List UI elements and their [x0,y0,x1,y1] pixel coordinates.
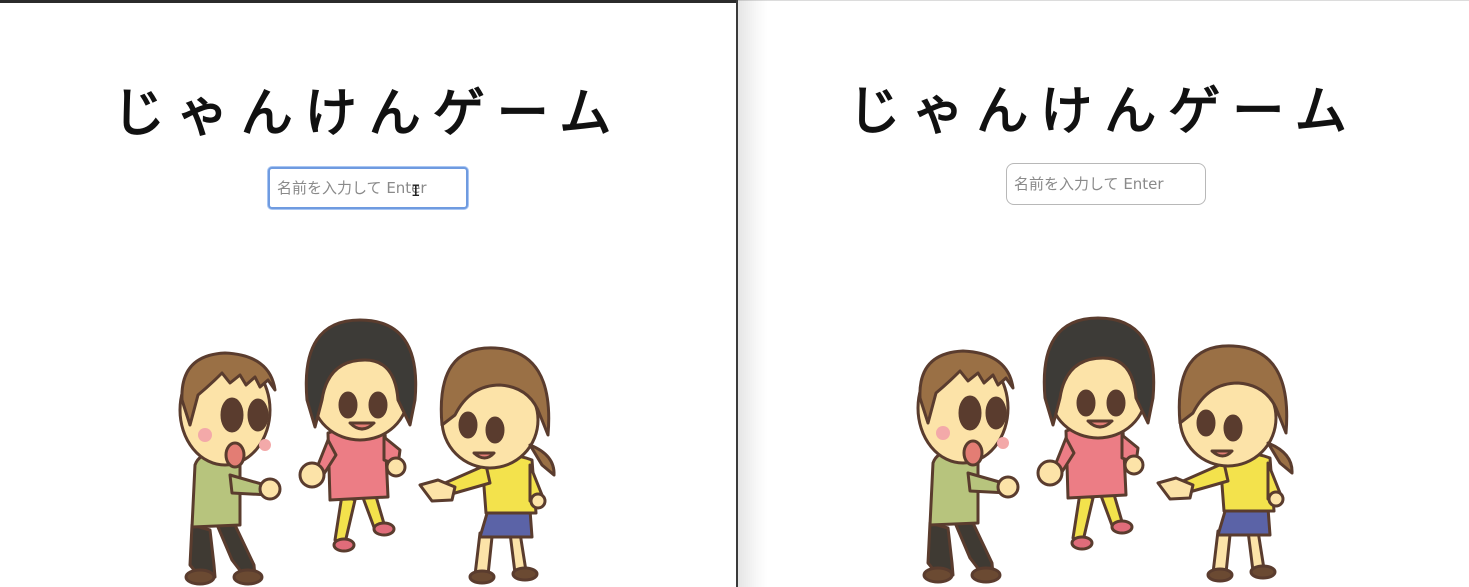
name-input[interactable] [268,167,468,209]
name-input[interactable] [1006,163,1206,205]
page-title: じゃんけんゲーム [112,84,624,144]
browser-window-left: じゃんけんゲーム I [0,0,736,587]
text-cursor-icon: I [411,181,421,200]
kids-janken-illustration [178,318,556,586]
page-title: じゃんけんゲーム [848,82,1359,142]
kids-janken-illustration [916,316,1294,584]
browser-window-right: じゃんけんゲーム [738,0,1469,587]
screen: じゃんけんゲーム I [0,0,1469,587]
